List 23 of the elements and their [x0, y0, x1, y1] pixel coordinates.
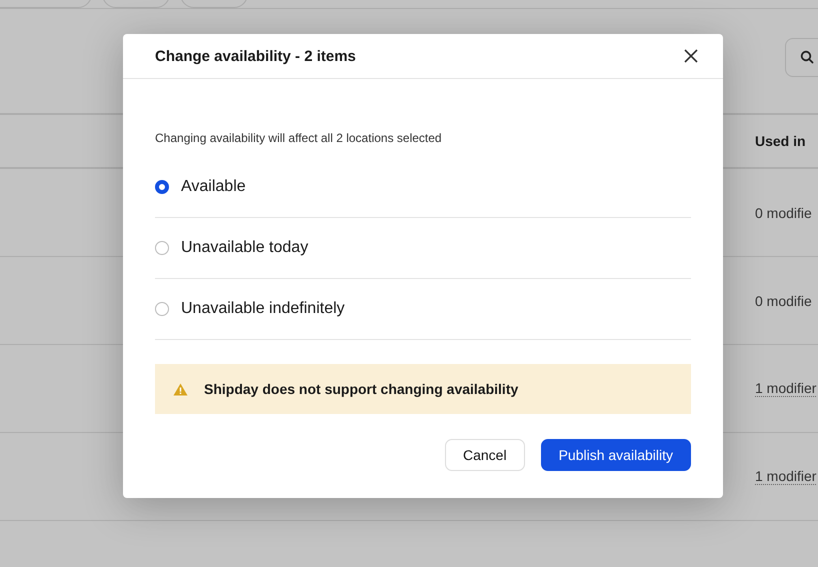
close-button[interactable] — [683, 48, 699, 64]
radio-option[interactable]: Available — [155, 157, 691, 218]
column-header: Used in — [755, 133, 806, 149]
cancel-button[interactable]: Cancel — [445, 439, 525, 471]
option-label: Unavailable indefinitely — [181, 300, 345, 318]
warning-icon — [173, 382, 188, 396]
table-cell: 0 modifie — [755, 292, 812, 308]
table-cell: 1 modifier — [755, 468, 816, 485]
warning-text: Shipday does not support changing availability — [204, 381, 518, 397]
close-icon — [684, 49, 698, 63]
radio-button[interactable] — [155, 180, 169, 194]
radio-button[interactable] — [155, 302, 169, 316]
table-cell: 0 modifie — [755, 204, 812, 220]
table-cell: 1 modifier — [755, 380, 816, 397]
option-label: Unavailable today — [181, 239, 308, 257]
radio-button[interactable] — [155, 241, 169, 255]
dialog-subtitle: Changing availability will affect all 2 locations selected — [155, 131, 443, 145]
radio-option[interactable]: Unavailable today — [155, 218, 691, 279]
publish-button[interactable]: Publish availability — [540, 439, 691, 471]
radio-option[interactable]: Unavailable indefinitely — [155, 279, 691, 340]
dialog-title: Change availability - 2 items — [155, 48, 356, 64]
option-label: Available — [181, 178, 246, 196]
search-icon — [800, 50, 814, 64]
